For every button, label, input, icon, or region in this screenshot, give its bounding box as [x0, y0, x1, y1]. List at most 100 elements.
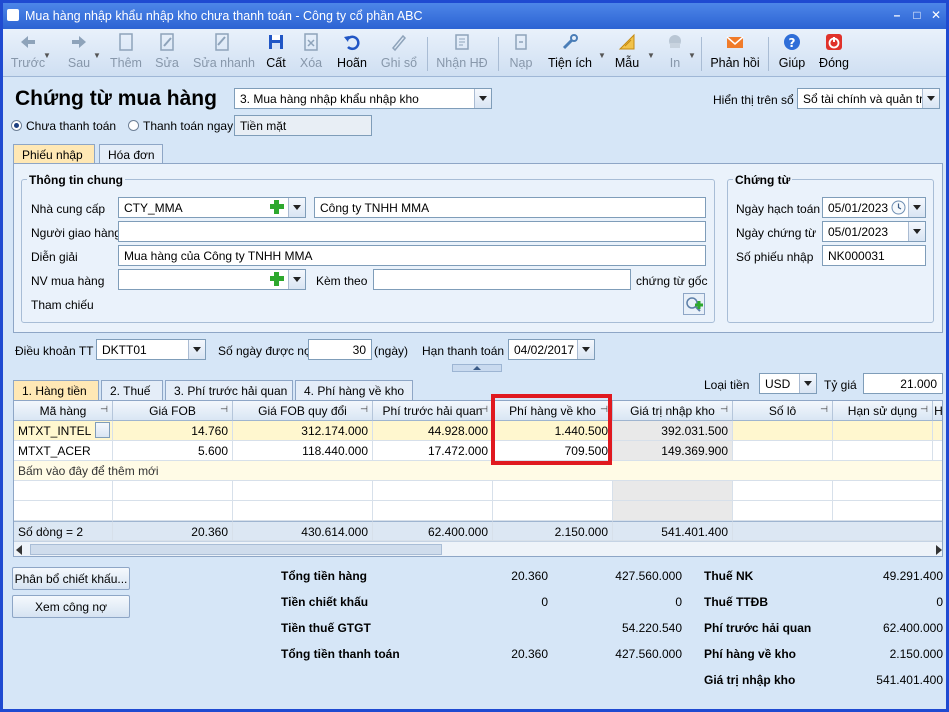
tab-pre-customs-fee[interactable]: 3. Phí trước hải quan: [165, 380, 293, 400]
col-header-expiry[interactable]: Hạn sử dụng ⊣: [833, 401, 933, 421]
post-button[interactable]: Ghi sổ: [380, 32, 418, 70]
undo-button[interactable]: Hoãn: [335, 32, 369, 70]
cell-fob-converted[interactable]: 118.440.000: [233, 441, 373, 461]
col-header-fob-price[interactable]: Giá FOB ⊣: [113, 401, 233, 421]
col-header-stock-value[interactable]: Giá trị nhập kho ⊣: [613, 401, 733, 421]
col-header-fob-converted[interactable]: Giá FOB quy đổi ⊣: [233, 401, 373, 421]
cell-fob-price[interactable]: 14.760: [113, 421, 233, 441]
tab-goods-money[interactable]: 1. Hàng tiền: [13, 380, 99, 400]
cell-expiry[interactable]: [833, 441, 933, 461]
add-supplier-icon[interactable]: [268, 198, 286, 216]
cell-lot-no[interactable]: [733, 441, 833, 461]
chevron-down-icon[interactable]: [95, 422, 110, 438]
pin-icon[interactable]: ⊣: [220, 404, 228, 415]
tab-invoice[interactable]: Hóa đơn: [99, 144, 163, 164]
staff-dropdown[interactable]: [288, 269, 306, 290]
chevron-down-icon[interactable]: [908, 198, 925, 217]
pre-customs-value: 62.400.000: [882, 621, 943, 635]
chevron-down-icon[interactable]: [288, 198, 305, 217]
reference-button[interactable]: [683, 293, 705, 315]
description-field[interactable]: Mua hàng của Công ty TNHH MMA: [118, 245, 706, 266]
chevron-down-icon[interactable]: [922, 89, 939, 108]
debt-days-label: Số ngày được nợ: [218, 344, 312, 358]
close-icon[interactable]: ✕: [929, 8, 943, 22]
receipt-no-label: Số phiếu nhập: [736, 250, 814, 264]
voucher-date-field[interactable]: 05/01/2023: [822, 221, 926, 242]
tab-warehouse-fee[interactable]: 4. Phí hàng về kho: [295, 380, 413, 400]
special-tax-value: 0: [936, 595, 943, 609]
delete-button[interactable]: Xóa: [297, 32, 325, 70]
utilities-button[interactable]: Tiện ích: [547, 32, 593, 70]
horizontal-scrollbar[interactable]: [14, 541, 942, 556]
col-header-more[interactable]: H: [933, 401, 942, 421]
debt-days-field[interactable]: 30: [308, 339, 372, 360]
cell-item-code[interactable]: MTXT_ACER: [14, 441, 113, 461]
load-button[interactable]: Nạp: [507, 32, 535, 70]
pin-icon[interactable]: ⊣: [720, 404, 728, 415]
cell-more[interactable]: [933, 421, 942, 441]
scrollbar-thumb[interactable]: [30, 544, 442, 555]
radio-paid[interactable]: [128, 120, 139, 131]
receipt-no-field[interactable]: NK000031: [822, 245, 926, 266]
pen-icon: [391, 34, 407, 52]
edit-button[interactable]: Sửa: [153, 32, 181, 70]
minimize-icon[interactable]: –: [890, 8, 904, 22]
print-button[interactable]: In: [661, 32, 689, 70]
col-header-lot-no[interactable]: Số lô ⊣: [733, 401, 833, 421]
pin-icon[interactable]: ⊣: [480, 404, 488, 415]
cell-lot-no[interactable]: [733, 421, 833, 441]
cell-expiry[interactable]: [833, 421, 933, 441]
supplier-dropdown[interactable]: [288, 197, 306, 218]
allocate-discount-button[interactable]: Phân bổ chiết khấu...: [12, 567, 130, 590]
pin-icon[interactable]: ⊣: [820, 404, 828, 415]
chevron-down-icon[interactable]: [474, 89, 491, 108]
maximize-icon[interactable]: □: [910, 8, 924, 22]
quick-edit-button[interactable]: Sửa nhanh: [193, 32, 255, 70]
radio-unpaid[interactable]: [11, 120, 22, 131]
chevron-down-icon[interactable]: [577, 340, 594, 359]
chevron-down-icon[interactable]: [799, 374, 816, 393]
template-button[interactable]: Mẫu: [613, 32, 641, 70]
tab-tax[interactable]: 2. Thuế: [101, 380, 163, 400]
currency-select[interactable]: USD: [759, 373, 817, 394]
cell-item-code[interactable]: MTXT_INTEL: [14, 421, 113, 441]
next-button[interactable]: Sau: [63, 32, 95, 70]
scroll-left-icon[interactable]: [16, 545, 22, 555]
chevron-down-icon[interactable]: [188, 340, 205, 359]
help-button[interactable]: ? Giúp: [777, 32, 807, 70]
payment-terms-select[interactable]: DKTT01: [96, 339, 206, 360]
cell-fob-converted[interactable]: 312.174.000: [233, 421, 373, 441]
cell-pre-customs-fee[interactable]: 44.928.000: [373, 421, 493, 441]
posting-date-field[interactable]: 05/01/2023: [822, 197, 926, 218]
close-button[interactable]: Đóng: [818, 32, 850, 70]
view-debt-button[interactable]: Xem công nợ: [12, 595, 130, 618]
chevron-down-icon[interactable]: [908, 222, 925, 241]
pin-icon[interactable]: ⊣: [920, 404, 928, 415]
feedback-button[interactable]: Phản hồi: [709, 32, 761, 70]
scroll-right-icon[interactable]: [936, 545, 942, 555]
col-header-item-code[interactable]: Mã hàng ⊣: [14, 401, 113, 421]
pin-icon[interactable]: ⊣: [360, 404, 368, 415]
add-new-row[interactable]: Bấm vào đây để thêm mới: [14, 461, 942, 481]
attach-field[interactable]: [373, 269, 631, 290]
save-button[interactable]: Cất: [263, 32, 289, 70]
display-on-book-select[interactable]: Sổ tài chính và quản trị: [797, 88, 940, 109]
col-header-pre-customs-fee[interactable]: Phí trước hải quan ⊣: [373, 401, 493, 421]
receive-invoice-button[interactable]: Nhận HĐ: [436, 32, 488, 70]
prev-button[interactable]: Trước: [9, 32, 47, 70]
chevron-down-icon[interactable]: [288, 270, 305, 289]
cell-more[interactable]: [933, 441, 942, 461]
doc-type-select[interactable]: 3. Mua hàng nhập khẩu nhập kho: [234, 88, 492, 109]
deliverer-field[interactable]: [118, 221, 706, 242]
add-button[interactable]: Thêm: [108, 32, 144, 70]
exchange-rate-field[interactable]: 21.000: [863, 373, 943, 394]
cell-fob-price[interactable]: 5.600: [113, 441, 233, 461]
cell-pre-customs-fee[interactable]: 17.472.000: [373, 441, 493, 461]
pin-icon[interactable]: ⊣: [100, 404, 108, 415]
due-date-field[interactable]: 04/02/2017: [508, 339, 595, 360]
tab-receipt[interactable]: Phiếu nhập: [13, 144, 95, 164]
supplier-name-field[interactable]: Công ty TNHH MMA: [314, 197, 706, 218]
collapse-handle[interactable]: [452, 364, 502, 372]
add-staff-icon[interactable]: [268, 270, 286, 288]
clock-icon[interactable]: [890, 199, 907, 216]
